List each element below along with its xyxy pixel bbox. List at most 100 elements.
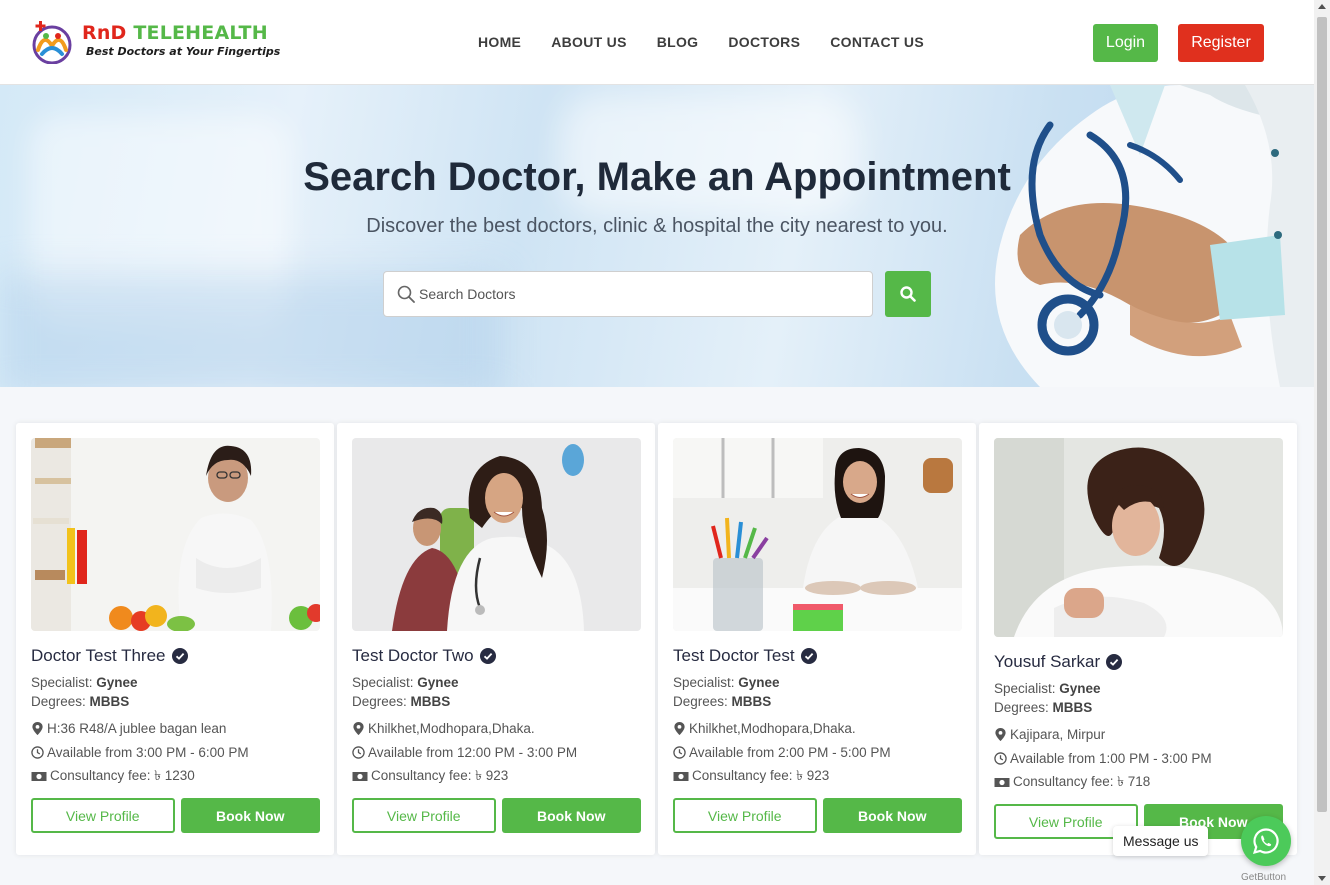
nav-blog[interactable]: BLOG [657, 34, 699, 50]
money-icon [994, 777, 1010, 787]
scroll-down-icon[interactable] [1318, 876, 1326, 881]
specialist-value: Gynee [96, 675, 138, 690]
view-profile-button[interactable]: View Profile [673, 798, 817, 833]
money-icon [352, 771, 368, 781]
specialist-label: Specialist: [673, 675, 735, 690]
nav-doctors[interactable]: DOCTORS [728, 34, 800, 50]
search-icon [900, 286, 916, 302]
doctor-info: Specialist: Gynee Degrees: MBBS [994, 679, 1101, 717]
specialist-label: Specialist: [31, 675, 93, 690]
specialist-label: Specialist: [352, 675, 414, 690]
map-marker-icon [995, 727, 1006, 741]
view-profile-button[interactable]: View Profile [352, 798, 496, 833]
doctor-meta: Khilkhet,Modhopara,Dhaka. Available from… [352, 716, 577, 788]
map-marker-icon [32, 721, 43, 735]
verified-badge-icon [171, 648, 188, 664]
getbutton-credit[interactable]: GetButton [1241, 872, 1286, 883]
nav-contact-us[interactable]: CONTACT US [830, 34, 924, 50]
brand-name-part2: TELEHEALTH [133, 22, 268, 44]
logo-icon [32, 21, 72, 64]
doctor-name-text: Doctor Test Three [31, 646, 166, 665]
doctor-name-text: Yousuf Sarkar [994, 652, 1101, 671]
degrees-label: Degrees: [994, 700, 1049, 715]
specialist-value: Gynee [1059, 681, 1101, 696]
clock-icon [352, 745, 365, 759]
clock-icon [673, 745, 686, 759]
clock-icon [31, 745, 44, 759]
doctor-meta: H:36 R48/A jublee bagan lean Available f… [31, 716, 249, 788]
doctor-address: Khilkhet,Modhopara,Dhaka. [689, 720, 856, 736]
doctor-card: Test Doctor Two Specialist: Gynee Degree… [337, 423, 655, 855]
search-icon [397, 285, 415, 303]
scrollbar-thumb[interactable] [1317, 17, 1327, 812]
hero-title: Search Doctor, Make an Appointment [303, 155, 1011, 199]
verified-badge-icon [479, 648, 496, 664]
card-actions: View Profile Book Now [352, 798, 641, 833]
money-icon [673, 771, 689, 781]
doctor-address: Khilkhet,Modhopara,Dhaka. [368, 720, 535, 736]
map-marker-icon [353, 721, 364, 735]
doctor-info: Specialist: Gynee Degrees: MBBS [31, 673, 138, 711]
doctor-fee: Consultancy fee: ৳ 1230 [50, 767, 195, 783]
hero-banner: Search Doctor, Make an Appointment Disco… [0, 85, 1314, 387]
degrees-value: MBBS [410, 694, 451, 709]
doctor-availability: Available from 12:00 PM - 3:00 PM [368, 744, 578, 760]
doctor-name[interactable]: Doctor Test Three [31, 646, 188, 666]
login-button[interactable]: Login [1093, 24, 1158, 62]
doctor-availability: Available from 2:00 PM - 5:00 PM [689, 744, 891, 760]
doctor-address: H:36 R48/A jublee bagan lean [47, 720, 227, 736]
brand-tagline: Best Doctors at Your Fingertips [86, 45, 281, 58]
doctor-photo [352, 438, 641, 631]
map-marker-icon [674, 721, 685, 735]
search-button[interactable] [885, 271, 931, 317]
specialist-value: Gynee [738, 675, 780, 690]
doctor-name[interactable]: Test Doctor Two [352, 646, 496, 666]
doctor-name[interactable]: Yousuf Sarkar [994, 652, 1123, 672]
brand-name-part1: RnD [82, 22, 127, 44]
doctor-info: Specialist: Gynee Degrees: MBBS [352, 673, 459, 711]
doctor-fee: Consultancy fee: ৳ 923 [371, 767, 509, 783]
book-now-button[interactable]: Book Now [501, 798, 641, 833]
doctor-availability: Available from 1:00 PM - 3:00 PM [1010, 750, 1212, 766]
doctor-photo [31, 438, 320, 631]
doctor-photo [994, 438, 1283, 637]
nav-home[interactable]: HOME [478, 34, 521, 50]
card-actions: View Profile Book Now [31, 798, 320, 833]
doctor-meta: Kajipara, Mirpur Available from 1:00 PM … [994, 722, 1212, 794]
main-nav: HOME ABOUT US BLOG DOCTORS CONTACT US [463, 34, 939, 50]
verified-badge-icon [800, 648, 817, 664]
specialist-label: Specialist: [994, 681, 1056, 696]
doctor-meta: Khilkhet,Modhopara,Dhaka. Available from… [673, 716, 891, 788]
brand-logo[interactable]: RnD TELEHEALTH Best Doctors at Your Fing… [30, 18, 280, 68]
scroll-up-icon[interactable] [1318, 4, 1326, 9]
book-now-button[interactable]: Book Now [180, 798, 320, 833]
doctor-card: Yousuf Sarkar Specialist: Gynee Degrees:… [979, 423, 1297, 855]
message-us-bubble[interactable]: Message us [1113, 826, 1209, 856]
degrees-label: Degrees: [352, 694, 407, 709]
nav-about-us[interactable]: ABOUT US [551, 34, 627, 50]
doctor-availability: Available from 3:00 PM - 6:00 PM [47, 744, 249, 760]
degrees-label: Degrees: [31, 694, 86, 709]
doctor-fee: Consultancy fee: ৳ 923 [692, 767, 830, 783]
degrees-value: MBBS [731, 694, 772, 709]
doctor-info: Specialist: Gynee Degrees: MBBS [673, 673, 780, 711]
degrees-label: Degrees: [673, 694, 728, 709]
hero-subtitle: Discover the best doctors, clinic & hosp… [366, 215, 948, 237]
whatsapp-icon [1252, 828, 1279, 854]
whatsapp-button[interactable] [1241, 816, 1291, 866]
card-actions: View Profile Book Now [673, 798, 962, 833]
doctor-card: Test Doctor Test Specialist: Gynee Degre… [658, 423, 976, 855]
search-input[interactable] [419, 272, 859, 316]
brand-name: RnD TELEHEALTH [82, 22, 268, 44]
view-profile-button[interactable]: View Profile [31, 798, 175, 833]
specialist-value: Gynee [417, 675, 459, 690]
page-scrollbar[interactable] [1314, 0, 1330, 885]
doctor-fee: Consultancy fee: ৳ 718 [1013, 773, 1151, 789]
search-box[interactable] [383, 271, 873, 317]
doctor-photo [673, 438, 962, 631]
book-now-button[interactable]: Book Now [822, 798, 962, 833]
doctor-card: Doctor Test Three Specialist: Gynee Degr… [16, 423, 334, 855]
degrees-value: MBBS [1052, 700, 1093, 715]
register-button[interactable]: Register [1178, 24, 1264, 62]
doctor-name[interactable]: Test Doctor Test [673, 646, 817, 666]
